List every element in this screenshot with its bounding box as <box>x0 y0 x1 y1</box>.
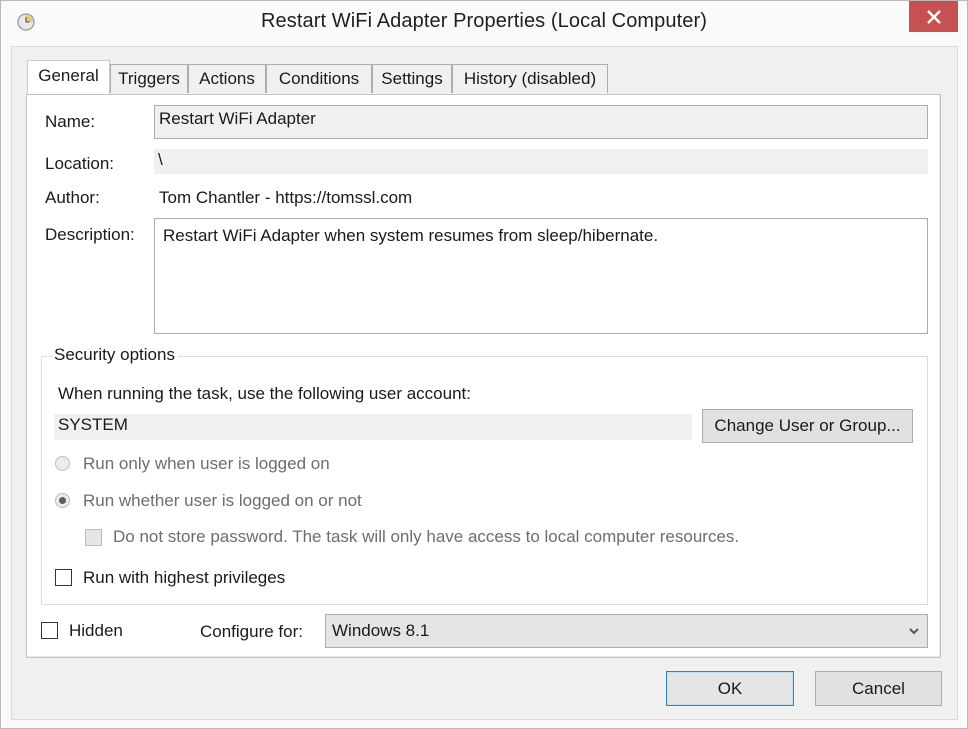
author-label: Author: <box>45 188 100 207</box>
hidden-label: Hidden <box>69 621 123 640</box>
radio-selected-dot <box>59 497 66 504</box>
hidden-checkbox[interactable] <box>41 622 58 639</box>
account-prompt: When running the task, use the following… <box>58 384 471 403</box>
tab-settings[interactable]: Settings <box>372 64 452 93</box>
name-field[interactable]: Restart WiFi Adapter <box>154 105 928 139</box>
close-icon <box>926 9 941 24</box>
configure-for-value: Windows 8.1 <box>332 621 430 640</box>
location-field: \ <box>154 149 928 174</box>
run-only-logged-on-radio[interactable] <box>55 456 70 471</box>
run-whether-logged-on-radio[interactable] <box>55 493 70 508</box>
ok-button[interactable]: OK <box>666 671 794 706</box>
security-options-legend: Security options <box>52 345 178 365</box>
tab-conditions[interactable]: Conditions <box>266 64 372 93</box>
author-value: Tom Chantler - https://tomssl.com <box>159 188 413 207</box>
run-highest-privileges-label: Run with highest privileges <box>83 568 286 587</box>
configure-for-dropdown[interactable]: Windows 8.1 <box>325 614 928 648</box>
window-title: Restart WiFi Adapter Properties (Local C… <box>260 10 708 32</box>
description-label: Description: <box>45 225 135 244</box>
run-only-logged-on-label: Run only when user is logged on <box>83 454 330 473</box>
tab-triggers[interactable]: Triggers <box>110 64 188 93</box>
run-whether-logged-on-label: Run whether user is logged on or not <box>83 491 362 510</box>
tab-general[interactable]: General <box>27 60 110 94</box>
description-textarea[interactable]: Restart WiFi Adapter when system resumes… <box>154 218 928 334</box>
location-label: Location: <box>45 154 114 173</box>
user-account-field: SYSTEM <box>54 414 692 440</box>
close-button[interactable] <box>909 1 958 32</box>
configure-for-label: Configure for: <box>200 622 303 641</box>
tab-history[interactable]: History (disabled) <box>452 64 608 93</box>
run-highest-privileges-checkbox[interactable] <box>55 569 72 586</box>
change-user-or-group-button[interactable]: Change User or Group... <box>702 409 913 443</box>
do-not-store-password-label: Do not store password. The task will onl… <box>113 527 740 546</box>
cancel-button[interactable]: Cancel <box>815 671 942 706</box>
tab-actions[interactable]: Actions <box>188 64 266 93</box>
do-not-store-password-checkbox[interactable] <box>85 529 102 546</box>
name-label: Name: <box>45 112 96 131</box>
chevron-down-icon <box>909 628 919 635</box>
